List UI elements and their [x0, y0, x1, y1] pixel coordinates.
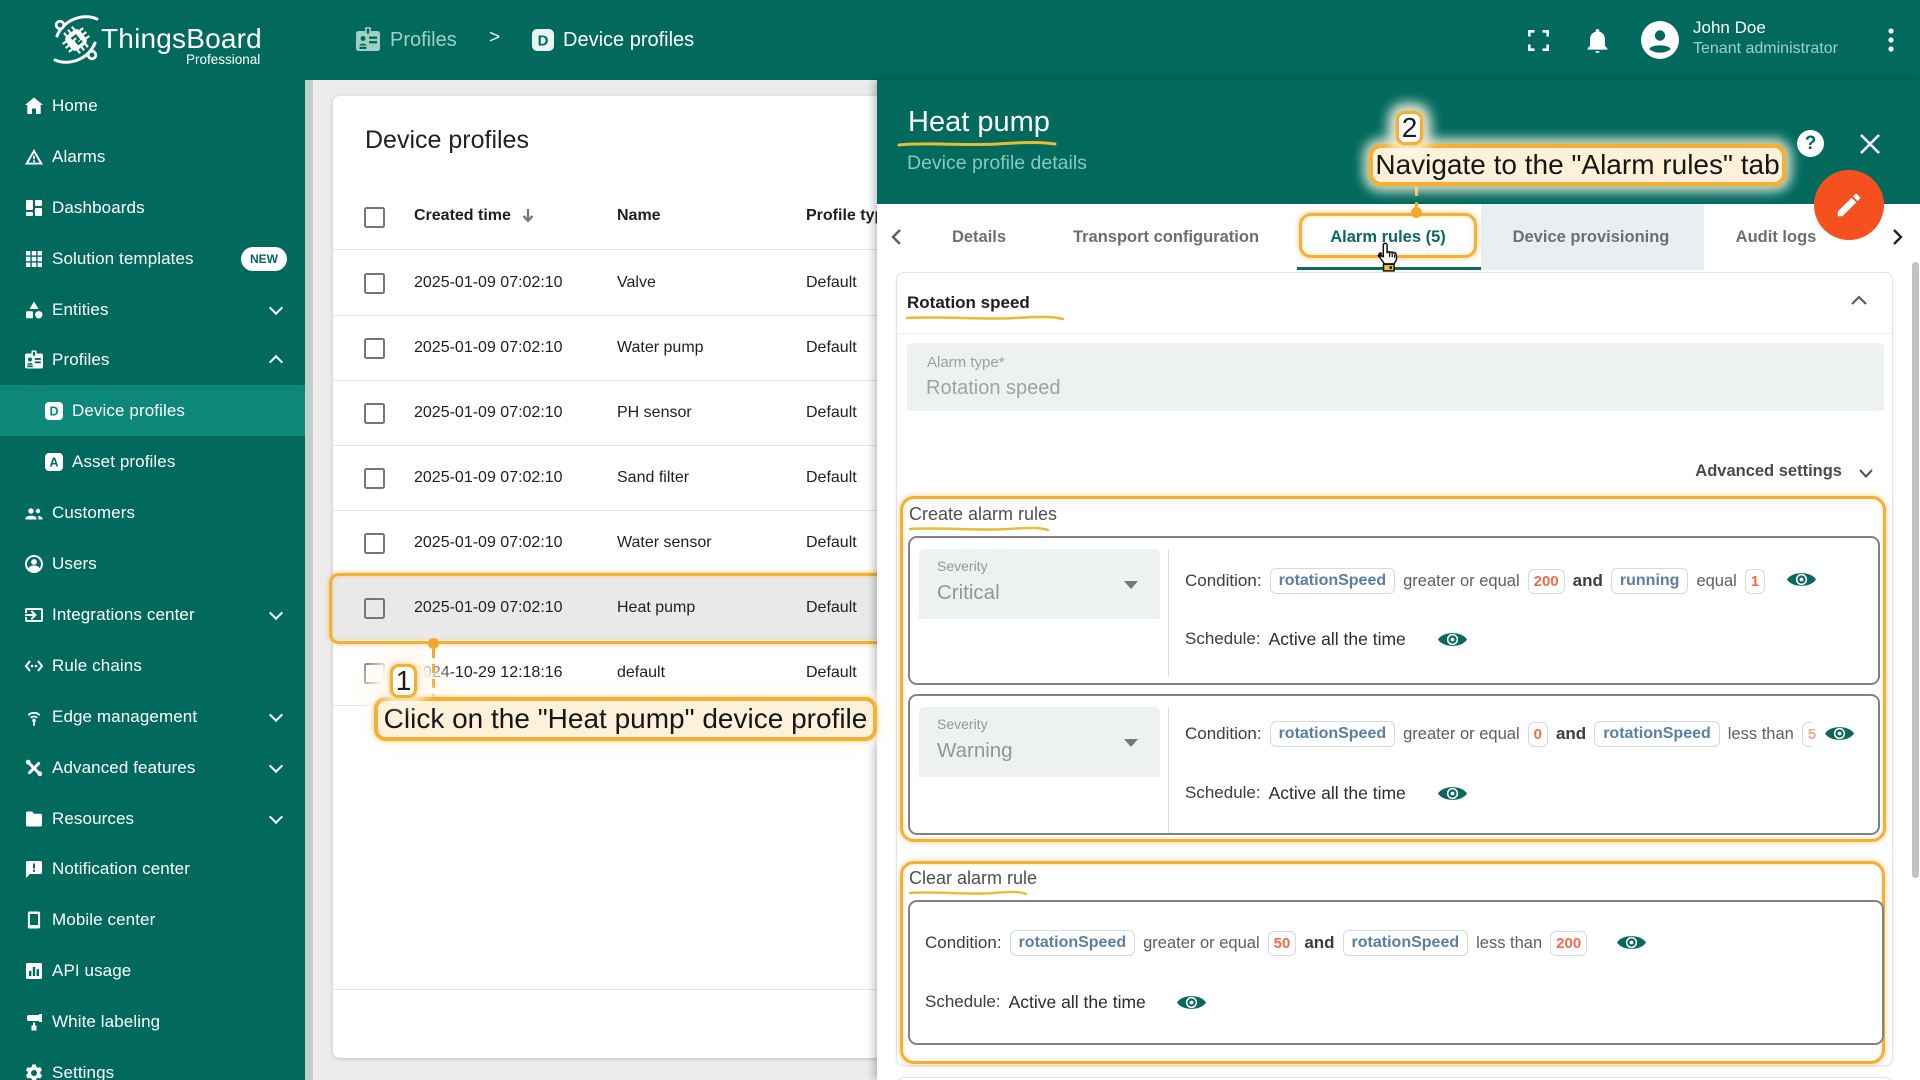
svg-text:D: D — [538, 33, 549, 50]
svg-text:A: A — [49, 455, 58, 469]
svg-text:D: D — [49, 404, 58, 418]
